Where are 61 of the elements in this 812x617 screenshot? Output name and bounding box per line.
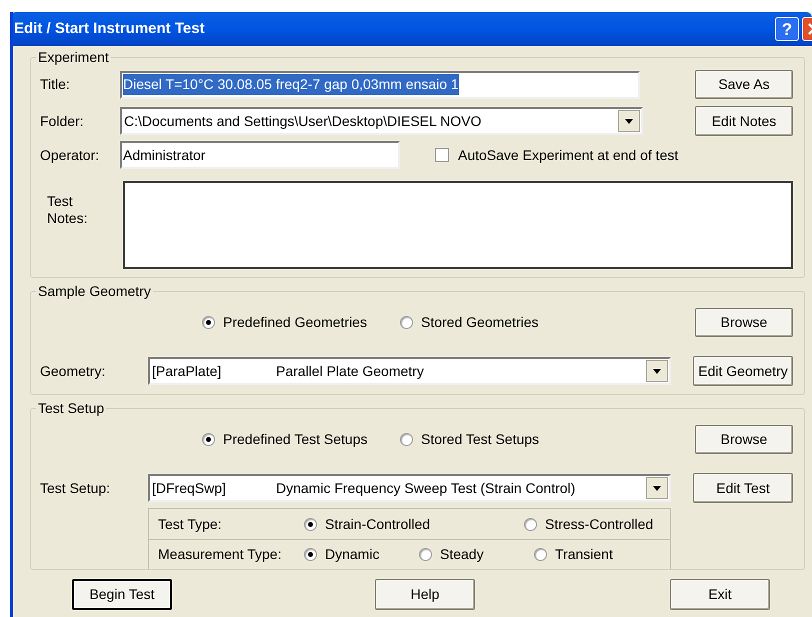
dropdown-field[interactable]: C:\Documents and Settings\User\Desktop\DIESEL NOVO [120,107,643,135]
caret-icon [625,118,633,124]
caret-icon [653,368,661,374]
radio-label: Strain-Controlled [325,514,430,534]
radio-label: Stored Geometries [421,313,538,332]
caret-icon [653,486,661,490]
group-title: Sample Geometry [37,282,152,301]
radio-label: Stress-Controlled [545,514,654,534]
push-button[interactable]: Edit Notes [695,106,793,136]
notes-field[interactable] [123,181,793,269]
push-button[interactable]: Edit Test [693,473,793,503]
push-button[interactable]: Exit [670,579,770,610]
checkbox[interactable] [435,148,449,162]
field-label: Folder: [40,112,85,130]
group-title: Experiment [37,48,110,67]
radio-button[interactable] [304,518,317,530]
checkbox-label: AutoSave Experiment at end of test [458,146,678,165]
code-text: [DFreqSwp] [152,478,227,498]
name-text: Parallel Plate Geometry [276,362,424,381]
radio-button[interactable] [524,518,537,530]
radio-button[interactable] [202,433,215,446]
radio-label: Predefined Geometries [223,313,367,332]
push-button[interactable]: Edit Geometry [693,356,793,386]
field-label: Operator: [40,146,100,165]
radio-button[interactable] [202,316,215,329]
radio-label: Stored Test Setups [421,430,540,449]
dropdown-button[interactable] [618,110,640,132]
field-value: Diesel T=10°C 30.08.05 freq2-7 gap 0,03mm ensaio 1 [123,74,459,95]
window-title: Edit / Start Instrument Test [14,18,206,39]
field-label: Title: [40,75,71,94]
dropdown-button[interactable] [646,360,668,382]
title-field[interactable]: Diesel T=10°C 30.08.05 freq2-7 gap 0,03mm ensaio 1 [120,70,640,98]
push-button[interactable]: Browse [695,308,793,337]
field-label: Test Notes: [47,193,88,227]
field-value: Administrator [123,146,206,164]
name-text: Dynamic Frequency Sweep Test (Strain Control) [276,478,576,498]
push-button[interactable]: Save As [695,70,793,99]
dropdown-field[interactable]: [ParaPlate] Parallel Plate Geometry [148,357,671,385]
radio-button[interactable] [400,316,413,329]
help-button[interactable]: ? [775,17,799,41]
push-button[interactable]: Browse [695,425,793,454]
radio-label: Predefined Test Setups [223,430,368,449]
radio-label: Steady [440,545,484,564]
push-button[interactable]: Begin Test [72,579,172,610]
radio-button[interactable] [400,433,413,446]
radio-button[interactable] [534,548,547,561]
code-text: [ParaPlate] [152,362,222,381]
radio-label: Transient [555,545,613,564]
radio-button[interactable] [419,548,432,561]
group-title: Test Setup [37,399,106,418]
push-button[interactable]: Help [375,579,475,610]
row-label: Test Type: [158,514,223,534]
field-label: Geometry: [40,362,106,381]
row-label: Measurement Type: [158,545,282,564]
radio-label: Dynamic [325,545,380,564]
dropdown-field[interactable]: [DFreqSwp] Dynamic Frequency Sweep Test (Strain Control) [148,474,671,502]
radio-button[interactable] [304,548,317,561]
operator-field[interactable]: Administrator [120,141,400,169]
field-label: Test Setup: [40,478,112,498]
field-value: C:\Documents and Settings\User\Desktop\DIESEL NOVO [124,112,482,131]
dropdown-button[interactable] [646,477,668,499]
